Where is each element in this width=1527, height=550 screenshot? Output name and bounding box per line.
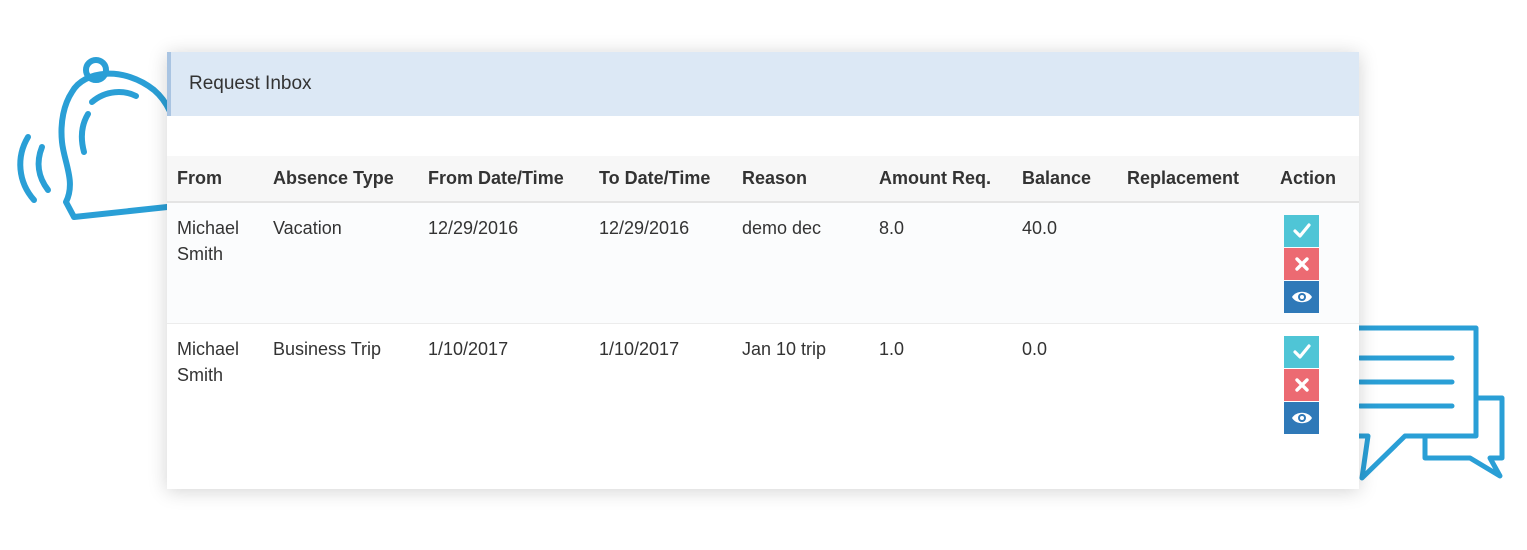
action-buttons [1280,335,1359,434]
eye-icon [1291,412,1312,423]
cell-balance: 0.0 [1022,338,1048,359]
cell-amount: 1.0 [879,338,905,359]
column-header-balance[interactable]: Balance [1012,156,1117,203]
reject-button[interactable] [1284,248,1319,280]
cell-absence-type: Vacation [273,218,342,238]
column-header-from[interactable]: From [167,156,263,203]
cell-from-date: 12/29/2016 [428,218,519,238]
cell-balance: 40.0 [1022,218,1058,238]
column-header-reason[interactable]: Reason [732,156,869,203]
action-buttons [1280,215,1359,313]
column-header-amount[interactable]: Amount Req. [869,156,1012,203]
view-button[interactable] [1284,281,1319,313]
x-icon [1294,257,1309,271]
screen: Request Inbox From Absence Type From Dat… [0,0,1527,550]
cell-action [1270,202,1359,323]
from-first-name: Michael [177,338,240,359]
from-last-name: Smith [177,244,224,264]
request-table-container: From Absence Type From Date/Time To Date… [167,156,1359,444]
cell-reason: Jan 10 trip [742,338,827,359]
cell-reason: demo dec [742,218,822,238]
column-header-replacement[interactable]: Replacement [1117,156,1270,203]
eye-icon [1291,291,1312,303]
from-last-name: Smith [177,364,224,385]
cell-to-date: 12/29/2016 [599,218,690,238]
cell-to-date: 1/10/2017 [599,338,680,359]
column-header-action: Action [1270,156,1359,203]
table-row: Michael Smith Vacation 12/29/2016 12/29/… [167,202,1359,323]
from-first-name: Michael [177,218,240,238]
reject-button[interactable] [1284,368,1319,401]
approve-button[interactable] [1284,335,1319,368]
table-header-row: From Absence Type From Date/Time To Date… [167,156,1359,203]
x-icon [1294,377,1309,392]
table-row: Michael Smith Business Trip 1/10/2017 1/… [167,323,1359,444]
cell-absence-type: Business Trip [273,338,382,359]
cell-replacement [1117,202,1270,323]
column-header-from-date[interactable]: From Date/Time [418,156,589,203]
approve-button[interactable] [1284,215,1319,247]
cell-from-date: 1/10/2017 [428,338,509,359]
request-inbox-panel: Request Inbox From Absence Type From Dat… [167,52,1359,489]
panel-title: Request Inbox [167,52,1359,116]
cell-replacement [1117,323,1270,444]
cell-from: Michael Smith [167,323,263,444]
request-table: From Absence Type From Date/Time To Date… [167,156,1359,444]
cell-amount: 8.0 [879,218,905,238]
cell-from: Michael Smith [167,202,263,323]
check-icon [1292,343,1311,359]
view-button[interactable] [1284,401,1319,434]
column-header-absence-type[interactable]: Absence Type [263,156,418,203]
check-icon [1292,223,1311,238]
cell-action [1270,323,1359,444]
column-header-to-date[interactable]: To Date/Time [589,156,732,203]
